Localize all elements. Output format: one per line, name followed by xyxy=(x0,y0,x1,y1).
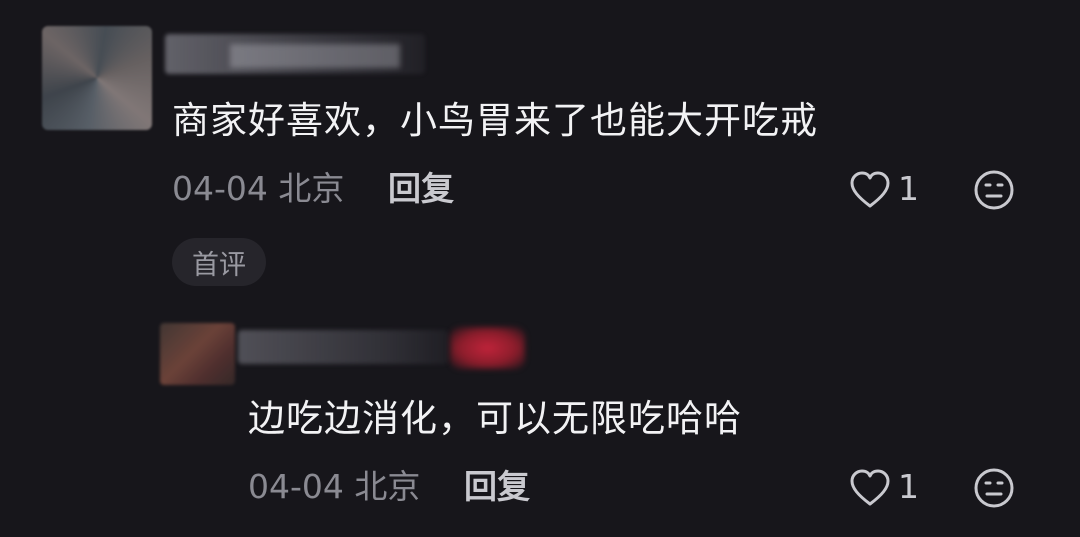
comment-date: 04-04 xyxy=(248,467,344,506)
like-count: 1 xyxy=(898,467,919,506)
heart-icon[interactable] xyxy=(848,468,892,508)
emoji-icon[interactable] xyxy=(972,168,1016,212)
avatar[interactable] xyxy=(42,26,152,130)
comment-text: 边吃边消化，可以无限吃哈哈 xyxy=(248,397,742,440)
like-count: 1 xyxy=(898,169,919,208)
comment-meta: 04-04 北京 xyxy=(172,172,344,205)
user-tag-blurred xyxy=(450,327,525,369)
username-blurred-detail xyxy=(230,44,400,68)
emoji-icon[interactable] xyxy=(972,466,1016,510)
reply-button[interactable]: 回复 xyxy=(464,470,530,503)
username-blurred[interactable] xyxy=(238,330,448,364)
comment-text: 商家好喜欢，小鸟胃来了也能大开吃戒 xyxy=(172,99,818,142)
comment-location: 北京 xyxy=(354,467,421,506)
avatar[interactable] xyxy=(160,323,235,385)
reply-button[interactable]: 回复 xyxy=(388,172,454,205)
comment-location: 北京 xyxy=(278,169,345,208)
comment-meta: 04-04 北京 xyxy=(248,470,420,503)
first-comment-badge: 首评 xyxy=(172,238,266,286)
heart-icon[interactable] xyxy=(848,170,892,210)
comment-date: 04-04 xyxy=(172,169,268,208)
